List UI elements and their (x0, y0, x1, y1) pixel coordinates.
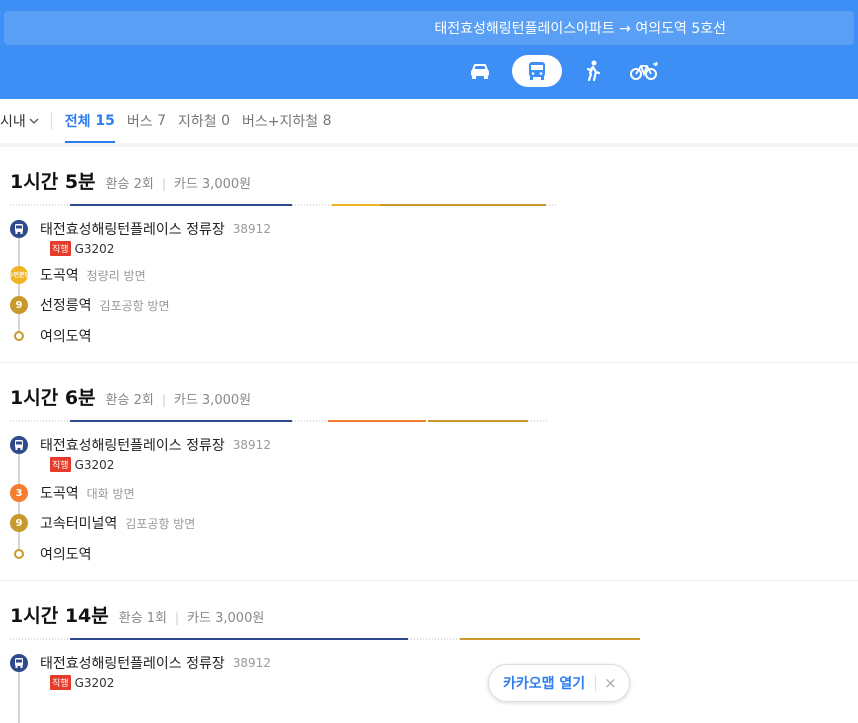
tab-label: 버스 (126, 114, 153, 130)
area-select[interactable]: 시내 (0, 111, 39, 131)
tab-subway[interactable]: 지하철 0 (178, 99, 230, 143)
fare: 카드 3,000원 (187, 611, 265, 626)
transport-mode-tabs (462, 55, 662, 87)
tab-count: 0 (221, 113, 231, 129)
stop-item[interactable]: 3 도곡역 대화 방면 (10, 483, 135, 503)
tab-count: 8 (322, 113, 332, 129)
open-kakaomap-label: 카카오맵 열기 (503, 676, 586, 692)
transfer-count: 환승 2회 (105, 177, 154, 192)
suin-bundang-line-badge: 수인분당 (8, 266, 30, 284)
stop-item[interactable]: 태전효성해링턴플레이스 정류장 38912 (10, 219, 271, 239)
stop-item[interactable]: 여의도역 (10, 326, 92, 346)
transfer-count: 환승 2회 (105, 393, 154, 408)
tab-count: 15 (95, 113, 115, 129)
route-option-1[interactable]: 1시간 5분 환승 2회 | 카드 3,000원 태전효성해링턴플레이스 정류장… (0, 147, 858, 361)
route-option-3[interactable]: 1시간 14분 환승 1회 | 카드 3,000원 태전효성해링턴플레이스 정류… (0, 580, 858, 723)
route-summary[interactable]: 태전효성해링턴플레이스아파트 → 여의도역 5호선 (4, 11, 854, 45)
tab-bus[interactable]: 버스 7 (127, 99, 166, 143)
route-title: 1시간 5분 환승 2회 | 카드 3,000원 (10, 167, 251, 194)
route-time: 1시간 14분 (10, 605, 109, 627)
stop-name: 여의도역 (40, 547, 92, 563)
route-timeline-bar (10, 638, 640, 640)
route-option-2[interactable]: 1시간 6분 환승 2회 | 카드 3,000원 태전효성해링턴플레이스 정류장… (0, 362, 858, 580)
destination-dot-icon (14, 549, 24, 559)
stop-item[interactable]: 수인분당 도곡역 청량리 방면 (8, 265, 146, 285)
area-label: 시내 (0, 114, 26, 130)
stop-name: 도곡역 (40, 486, 79, 502)
stop-id: 38912 (232, 656, 271, 670)
stop-direction: 김포공항 방면 (99, 298, 170, 313)
button-divider (595, 675, 597, 691)
route-text: 태전효성해링턴플레이스아파트 → 여의도역 5호선 (434, 21, 726, 37)
car-icon (471, 64, 489, 79)
tab-bus-subway[interactable]: 버스+지하철 8 (242, 99, 332, 143)
transfer-count: 환승 1회 (118, 611, 168, 626)
stop-id: 38912 (232, 438, 271, 452)
stop-direction: 청량리 방면 (86, 268, 146, 283)
route-timeline-bar (10, 420, 548, 422)
stop-item[interactable]: 태전효성해링턴플레이스 정류장 38912 (10, 435, 271, 455)
close-icon[interactable]: × (604, 674, 617, 692)
route-title: 1시간 6분 환승 2회 | 카드 3,000원 (10, 383, 251, 410)
stop-name: 태전효성해링턴플레이스 정류장 (40, 656, 225, 672)
bus-line-info: 직행 G3202 (50, 675, 114, 690)
tab-all[interactable]: 전체 15 (64, 99, 116, 143)
meta-divider: | (161, 393, 166, 407)
line-9-badge: 9 (10, 296, 28, 314)
stop-item[interactable]: 여의도역 (10, 544, 92, 564)
route-title: 1시간 14분 환승 1회 | 카드 3,000원 (10, 601, 264, 628)
chevron-down-icon (29, 118, 39, 124)
tab-label: 지하철 (178, 114, 217, 130)
stop-name: 도곡역 (40, 268, 79, 284)
stop-name: 태전효성해링턴플레이스 정류장 (40, 222, 225, 238)
car-mode-button[interactable] (462, 55, 498, 87)
filter-tabs: 시내 전체 15 버스 7 지하철 0 버스+지하철 8 (0, 99, 858, 144)
bus-icon (10, 654, 28, 672)
bus-mode-button[interactable] (512, 55, 562, 87)
walk-mode-button[interactable] (576, 55, 612, 87)
express-badge: 직행 (50, 675, 71, 690)
meta-divider: | (175, 611, 180, 625)
bus-line-info: 직행 G3202 (50, 241, 114, 256)
stop-item[interactable]: 9 선정릉역 김포공항 방면 (10, 295, 170, 315)
bus-icon (10, 436, 28, 454)
stop-name: 선정릉역 (40, 298, 92, 314)
express-badge: 직행 (50, 457, 71, 472)
stop-id: 38912 (232, 222, 271, 236)
tab-count: 7 (157, 113, 167, 129)
app-header: 태전효성해링턴플레이스아파트 → 여의도역 5호선 (0, 0, 858, 99)
stop-direction: 대화 방면 (86, 486, 135, 501)
bus-line-info: 직행 G3202 (50, 457, 114, 472)
line-3-badge: 3 (10, 484, 28, 502)
bus-number: G3202 (74, 241, 115, 256)
stop-item[interactable]: 태전효성해링턴플레이스 정류장 38912 (10, 653, 271, 673)
tab-label: 전체 (64, 114, 91, 130)
bike-icon (630, 61, 658, 80)
bus-icon (10, 220, 28, 238)
stop-item[interactable]: 9 고속터미널역 김포공항 방면 (10, 513, 195, 533)
stop-name: 고속터미널역 (40, 516, 118, 532)
fare: 카드 3,000원 (173, 177, 252, 192)
route-time: 1시간 5분 (10, 171, 96, 193)
bus-number: G3202 (74, 457, 115, 472)
stop-name: 태전효성해링턴플레이스 정류장 (40, 438, 225, 454)
tab-label: 버스+지하철 (242, 114, 319, 130)
tab-divider (50, 112, 52, 130)
route-time: 1시간 6분 (10, 387, 96, 409)
meta-divider: | (161, 177, 166, 191)
bus-number: G3202 (74, 675, 115, 690)
stop-direction: 김포공항 방면 (125, 516, 196, 531)
fare: 카드 3,000원 (173, 393, 252, 408)
open-kakaomap-button[interactable]: 카카오맵 열기 × (488, 664, 630, 702)
walk-icon (586, 60, 601, 82)
express-badge: 직행 (50, 241, 71, 256)
destination-dot-icon (14, 331, 24, 341)
bike-mode-button[interactable] (626, 55, 662, 87)
stop-name: 여의도역 (40, 329, 92, 345)
line-9-badge: 9 (10, 514, 28, 532)
bus-icon (529, 62, 545, 80)
route-timeline-bar (10, 204, 556, 206)
